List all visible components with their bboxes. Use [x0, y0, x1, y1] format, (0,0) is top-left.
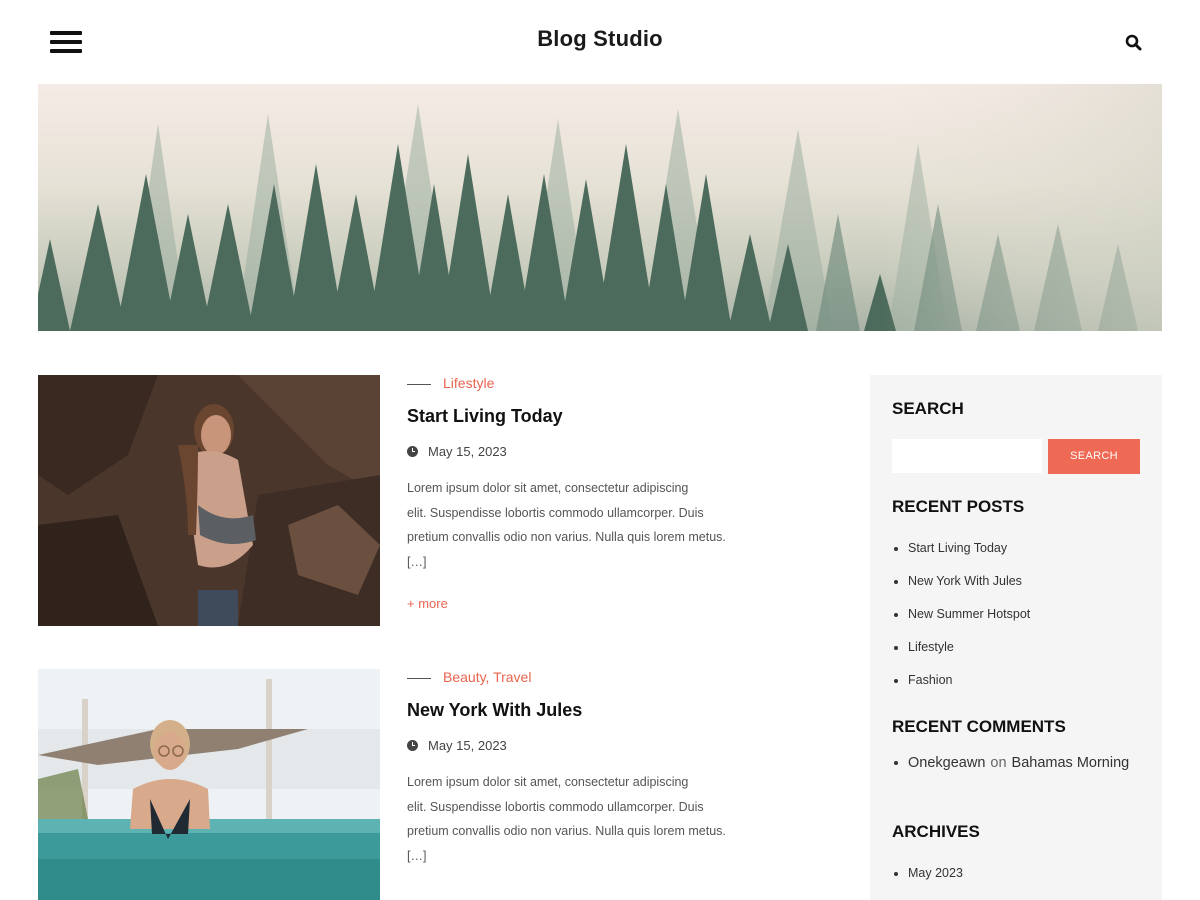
site-title[interactable]: Blog Studio [537, 26, 663, 51]
site-title-wrap: Blog Studio [0, 26, 1200, 52]
search-widget-title: SEARCH [892, 399, 964, 418]
post-title[interactable]: Start Living Today [407, 406, 752, 427]
recent-posts-title: RECENT POSTS [892, 497, 1025, 516]
excerpt-line: pretium convallis odio non varius. Nulla… [407, 530, 726, 544]
woman-rocks-illustration [38, 375, 380, 626]
post-date: May 15, 2023 [407, 444, 752, 459]
excerpt-line: […] [407, 848, 427, 863]
excerpt-line: Lorem ipsum dolor sit amet, consectetur … [407, 775, 689, 789]
post-body: Beauty, Travel New York With Jules May 1… [407, 669, 752, 868]
clock-icon [407, 446, 418, 457]
post-categories: Lifestyle [407, 375, 752, 391]
recent-comment-item: Onekgeawn on Bahamas Morning [892, 755, 1129, 771]
post-categories: Beauty, Travel [407, 669, 752, 685]
recent-post-link[interactable]: New York With Jules [908, 574, 1022, 588]
forest-illustration [38, 84, 1162, 331]
hero-banner-image [38, 84, 1162, 331]
bullet [894, 646, 898, 650]
post-thumbnail-image[interactable] [38, 669, 380, 900]
archives-list: May 2023 [892, 866, 963, 899]
category-line [407, 677, 431, 679]
comment-on-text: on [990, 755, 1007, 771]
sidebar: SEARCH SEARCH RECENT POSTS Start Living … [870, 375, 1162, 900]
category-link[interactable]: Lifestyle [443, 375, 494, 391]
post-date-text: May 15, 2023 [428, 444, 507, 459]
site-header: Blog Studio [0, 0, 1200, 84]
list-item: New Summer Hotspot [892, 607, 1030, 640]
list-item: Fashion [892, 673, 1030, 706]
post-date-text: May 15, 2023 [428, 738, 507, 753]
comment-post-link[interactable]: Bahamas Morning [1012, 755, 1130, 771]
bullet [894, 761, 898, 765]
bullet [894, 613, 898, 617]
post-title[interactable]: New York With Jules [407, 700, 752, 721]
recent-post-link[interactable]: Start Living Today [908, 541, 1007, 555]
bullet [894, 679, 898, 683]
excerpt-line: elit. Suspendisse lobortis commodo ullam… [407, 799, 704, 814]
excerpt-line: […] [407, 554, 427, 569]
recent-posts-list: Start Living Today New York With Jules N… [892, 541, 1030, 706]
read-more-link[interactable]: + more [407, 596, 752, 611]
recent-post-link[interactable]: Fashion [908, 673, 952, 687]
bullet [894, 872, 898, 876]
list-item: May 2023 [892, 866, 963, 899]
recent-post-link[interactable]: New Summer Hotspot [908, 607, 1030, 621]
excerpt-line: Lorem ipsum dolor sit amet, consectetur … [407, 481, 689, 495]
search-icon-svg [1125, 34, 1142, 51]
category-link[interactable]: Beauty, Travel [443, 669, 531, 685]
comment-author-link[interactable]: Onekgeawn [908, 755, 985, 771]
category-line [407, 383, 431, 385]
sidebar-search-input[interactable] [892, 439, 1042, 473]
excerpt-line: pretium convallis odio non varius. Nulla… [407, 824, 726, 838]
post-thumbnail-image[interactable] [38, 375, 380, 626]
post-date: May 15, 2023 [407, 738, 752, 753]
sidebar-search-button[interactable]: SEARCH [1048, 439, 1140, 474]
clock-icon [407, 740, 418, 751]
search-icon[interactable] [1124, 33, 1144, 53]
post-excerpt: Lorem ipsum dolor sit amet, consectetur … [407, 476, 752, 574]
list-item: Lifestyle [892, 640, 1030, 673]
bullet [894, 547, 898, 551]
post-body: Lifestyle Start Living Today May 15, 202… [407, 375, 752, 611]
archive-link[interactable]: May 2023 [908, 866, 963, 880]
bullet [894, 580, 898, 584]
woman-pool-illustration [38, 669, 380, 900]
post-excerpt: Lorem ipsum dolor sit amet, consectetur … [407, 770, 752, 868]
recent-comments-title: RECENT COMMENTS [892, 717, 1066, 736]
post-card: Beauty, Travel New York With Jules May 1… [38, 669, 838, 900]
archives-title: ARCHIVES [892, 822, 980, 841]
list-item: New York With Jules [892, 574, 1030, 607]
recent-post-link[interactable]: Lifestyle [908, 640, 954, 654]
excerpt-line: elit. Suspendisse lobortis commodo ullam… [407, 505, 704, 520]
post-card: Lifestyle Start Living Today May 15, 202… [38, 375, 838, 635]
list-item: Start Living Today [892, 541, 1030, 574]
